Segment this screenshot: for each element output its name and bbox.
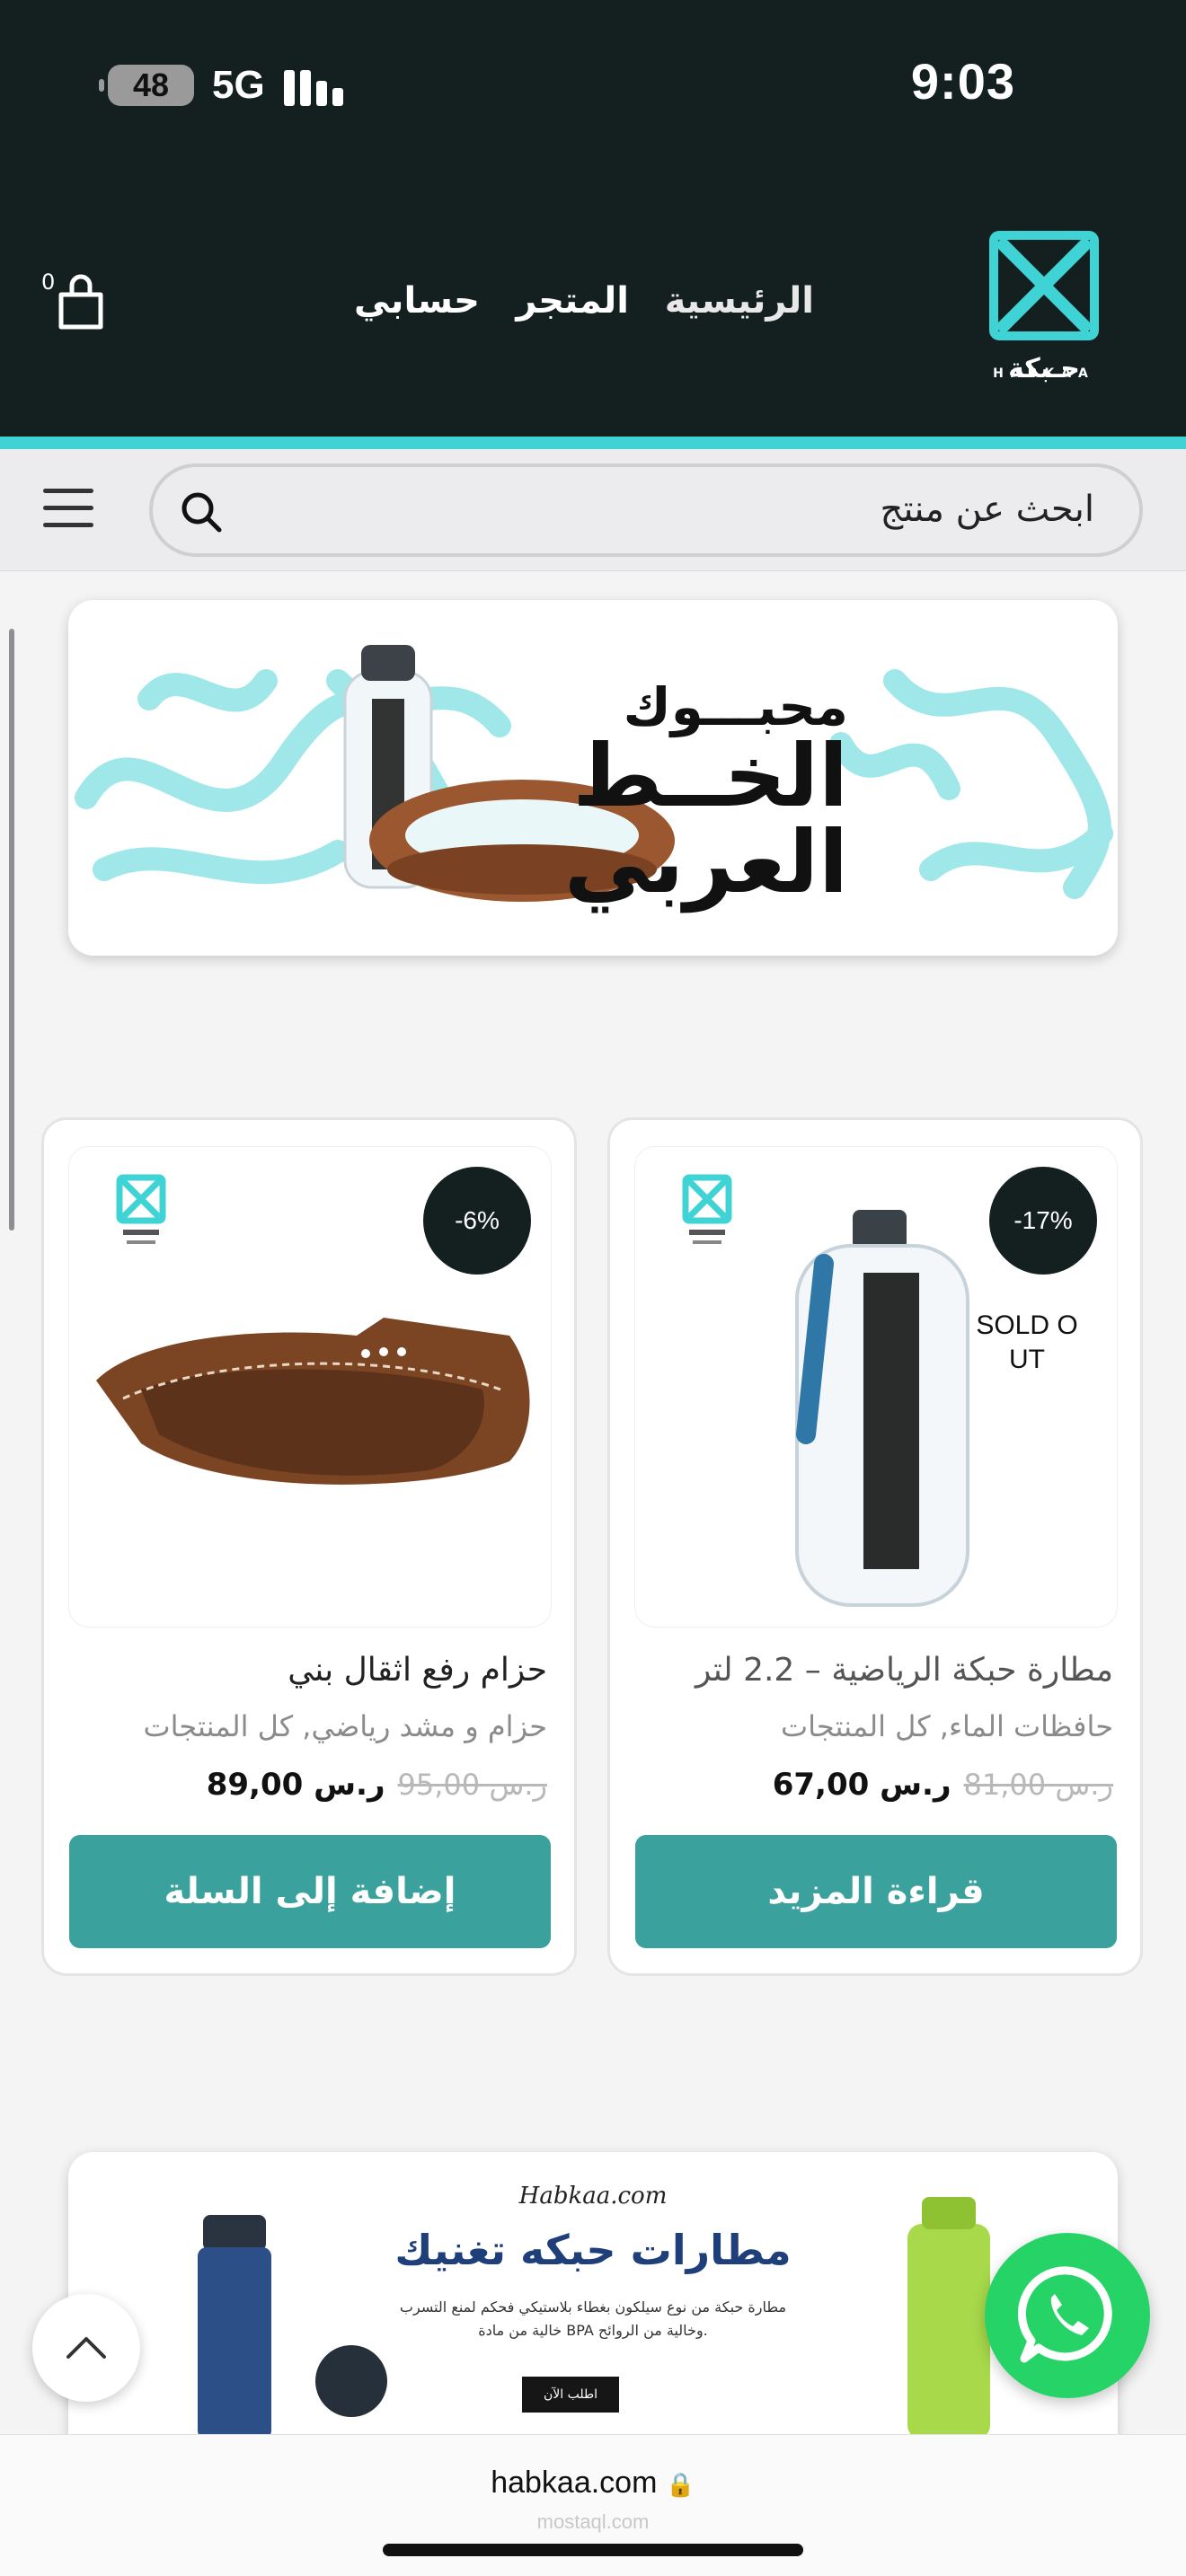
cart-count: 0 bbox=[41, 269, 56, 295]
chevron-up-icon bbox=[66, 2337, 106, 2359]
price-original: 81,00 ر.س bbox=[963, 1768, 1113, 1802]
product-price: 89,00 ر.س 95,00 ر.س bbox=[207, 1767, 547, 1803]
logo-wordmark: HABKAA bbox=[993, 366, 1095, 381]
product-image[interactable]: -6% bbox=[69, 1147, 551, 1627]
home-indicator[interactable] bbox=[383, 2544, 803, 2556]
discount-badge: -6% bbox=[423, 1167, 531, 1275]
banner-description: مطارة حبكة من نوع سيلكون بغطاء بلاستيكي … bbox=[399, 2298, 787, 2339]
search-bar: ابحث عن منتج bbox=[0, 449, 1186, 571]
product-card[interactable]: -17% SOLD OUT مطارة حبكة الرياضية – 2.2 … bbox=[607, 1117, 1143, 1976]
header-accent-line bbox=[0, 437, 1186, 449]
watermark-text: mostaql.com bbox=[536, 2510, 650, 2533]
product-image[interactable]: -17% SOLD OUT bbox=[635, 1147, 1117, 1627]
habkaa-logo[interactable]: حـبكة bbox=[981, 223, 1107, 384]
site-header: 48 5G 9:03 حـبكة HABKAA الرئيسية المتجر … bbox=[0, 0, 1186, 438]
search-icon[interactable] bbox=[178, 489, 225, 535]
banner-title: مطارات حبكه تغنيك bbox=[394, 2226, 792, 2274]
network-label: 5G bbox=[212, 63, 265, 107]
promo-banner[interactable]: Habkaa.com مطارات حبكه تغنيك مطارة حبكة … bbox=[68, 2152, 1118, 2439]
whatsapp-button[interactable] bbox=[985, 2233, 1150, 2398]
price-current: 89,00 ر.س bbox=[206, 1767, 385, 1803]
order-now-button[interactable]: اطلب الآن bbox=[522, 2377, 619, 2413]
nav-account[interactable]: حسابي bbox=[354, 280, 480, 322]
lock-icon: 🔒 bbox=[666, 2471, 695, 2498]
search-placeholder: ابحث عن منتج bbox=[880, 489, 1094, 530]
bottle-cap-image bbox=[315, 2345, 387, 2417]
sold-out-label: SOLD OUT bbox=[976, 1310, 1078, 1374]
product-title[interactable]: مطارة حبكة الرياضية – 2.2 لتر bbox=[695, 1652, 1113, 1689]
banner-headline: محبـــوك الخــط العربي bbox=[563, 676, 848, 913]
lifting-belt-image bbox=[96, 1318, 530, 1485]
habkaa-mini-logo-icon bbox=[116, 1174, 166, 1244]
nav-store[interactable]: المتجر bbox=[516, 280, 629, 322]
page-scrollbar[interactable] bbox=[9, 629, 14, 1231]
whatsapp-icon bbox=[1017, 2266, 1112, 2363]
status-time: 9:03 bbox=[910, 53, 1015, 110]
hamburger-menu-icon[interactable] bbox=[43, 483, 93, 534]
hero-banner[interactable]: محبـــوك الخــط العربي bbox=[68, 600, 1118, 956]
water-bottle-image bbox=[795, 1210, 969, 1607]
scroll-to-top-button[interactable] bbox=[32, 2294, 140, 2402]
shopping-bag-icon[interactable] bbox=[54, 269, 108, 332]
product-title[interactable]: حزام رفع اثقال بني bbox=[288, 1652, 547, 1689]
nav-home[interactable]: الرئيسية bbox=[665, 280, 814, 322]
habkaa-mini-logo-icon bbox=[682, 1174, 732, 1244]
add-to-cart-button[interactable]: إضافة إلى السلة bbox=[69, 1835, 551, 1948]
url-text[interactable]: habkaa.com 🔒 bbox=[0, 2466, 1186, 2501]
product-price: 67,00 ر.س 81,00 ر.س bbox=[773, 1767, 1113, 1803]
price-original: 95,00 ر.س bbox=[397, 1768, 547, 1802]
search-input[interactable]: ابحث عن منتج bbox=[149, 463, 1143, 557]
battery-indicator: 48 bbox=[99, 65, 194, 106]
banner-site-label: Habkaa.com bbox=[518, 2183, 668, 2210]
read-more-button[interactable]: قراءة المزيد bbox=[635, 1835, 1117, 1948]
signal-icon bbox=[284, 66, 347, 106]
product-categories[interactable]: حزام و مشد رياضي, كل المنتجات bbox=[143, 1709, 547, 1743]
product-categories[interactable]: حافظات الماء, كل المنتجات bbox=[781, 1709, 1113, 1743]
price-current: 67,00 ر.س bbox=[772, 1767, 951, 1803]
discount-badge: -17% bbox=[989, 1167, 1097, 1275]
product-card[interactable]: -6% حزام رفع اثقال بني حزام و مشد رياضي,… bbox=[41, 1117, 577, 1976]
